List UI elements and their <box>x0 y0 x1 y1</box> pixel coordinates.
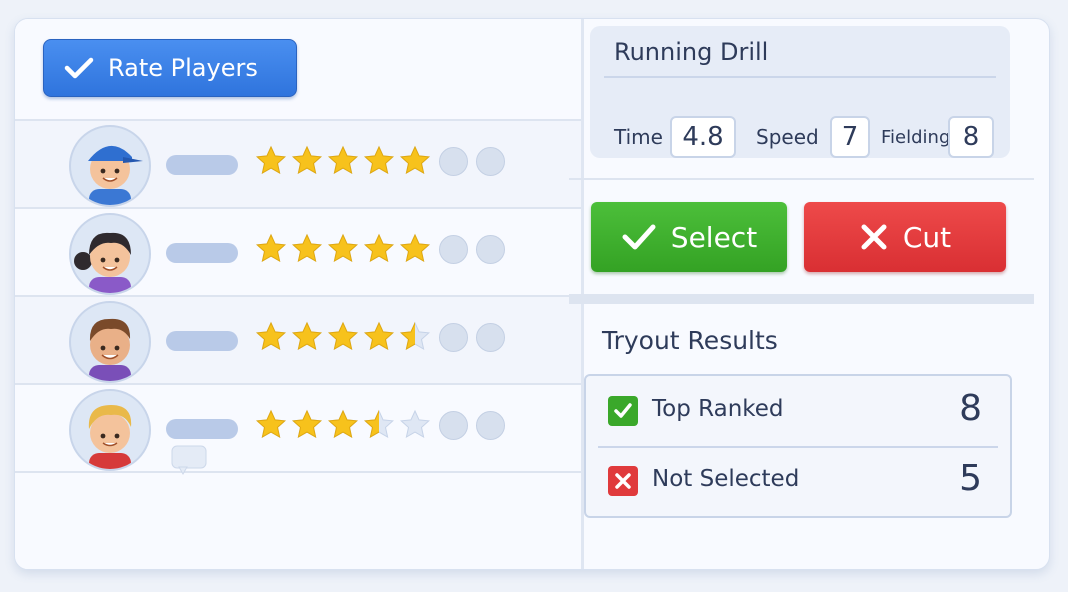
star-rating[interactable] <box>255 321 505 353</box>
star-icon[interactable] <box>255 321 287 353</box>
star-icon[interactable] <box>327 233 359 265</box>
player-row[interactable] <box>15 119 581 207</box>
empty-rating-dot[interactable] <box>476 322 505 352</box>
empty-rating-dot[interactable] <box>439 234 468 264</box>
select-button[interactable]: Select <box>591 202 787 272</box>
speed-label: Speed <box>756 125 819 149</box>
close-icon <box>861 224 887 250</box>
player-row[interactable] <box>15 383 581 473</box>
boy-brown-hair-avatar <box>69 301 151 383</box>
not-selected-count: 5 <box>959 458 982 499</box>
player-list <box>15 119 581 473</box>
top-ranked-row[interactable]: Top Ranked 8 <box>586 376 1010 444</box>
cut-label: Cut <box>902 220 952 254</box>
star-icon[interactable] <box>399 321 431 353</box>
checkmark-icon <box>622 224 656 250</box>
star-icon[interactable] <box>327 321 359 353</box>
time-value-field[interactable]: 4.8 <box>670 116 736 158</box>
player-name-placeholder <box>166 419 238 439</box>
fielding-label: Fielding <box>881 127 951 148</box>
cut-button[interactable]: Cut <box>804 202 1006 272</box>
empty-rating-dot[interactable] <box>439 322 468 352</box>
player-row[interactable] <box>15 295 581 383</box>
drill-title: Running Drill <box>614 38 769 66</box>
player-name-placeholder <box>166 331 238 351</box>
star-icon[interactable] <box>291 145 323 177</box>
top-ranked-count: 8 <box>959 388 982 429</box>
rate-players-label: Rate Players <box>108 54 258 82</box>
section-divider <box>569 178 1034 180</box>
empty-rating-dot[interactable] <box>476 146 505 176</box>
checkmark-icon <box>64 57 94 79</box>
empty-rating-dot[interactable] <box>476 234 505 264</box>
player-row[interactable] <box>15 207 581 295</box>
star-icon[interactable] <box>291 409 323 441</box>
boy-blue-cap-avatar <box>69 125 151 207</box>
empty-rating-dot[interactable] <box>439 146 468 176</box>
drill-divider <box>604 76 996 78</box>
empty-rating-dot[interactable] <box>476 410 505 440</box>
girl-pigtails-avatar <box>69 213 151 295</box>
star-icon[interactable] <box>255 233 287 265</box>
top-ranked-label: Top Ranked <box>652 396 784 422</box>
time-label: Time <box>614 125 663 149</box>
speed-value-field[interactable]: 7 <box>830 116 870 158</box>
player-rating-panel: Rate Players <box>15 19 581 569</box>
fielding-value-field[interactable]: 8 <box>948 116 994 158</box>
star-icon[interactable] <box>327 145 359 177</box>
star-icon[interactable] <box>399 409 431 441</box>
star-icon[interactable] <box>363 233 395 265</box>
x-badge-icon <box>608 466 638 496</box>
star-rating[interactable] <box>255 145 505 177</box>
star-icon[interactable] <box>399 145 431 177</box>
results-title: Tryout Results <box>602 326 778 355</box>
rate-players-button[interactable]: Rate Players <box>43 39 297 97</box>
section-divider <box>569 294 1034 304</box>
star-icon[interactable] <box>363 321 395 353</box>
tryout-results-box: Top Ranked 8 Not Selected 5 <box>584 374 1012 518</box>
star-icon[interactable] <box>363 145 395 177</box>
star-icon[interactable] <box>255 409 287 441</box>
select-label: Select <box>670 220 758 254</box>
empty-rating-dot[interactable] <box>439 410 468 440</box>
star-icon[interactable] <box>399 233 431 265</box>
star-icon[interactable] <box>327 409 359 441</box>
speech-bubble-icon <box>171 445 207 476</box>
player-name-placeholder <box>166 243 238 263</box>
not-selected-row[interactable]: Not Selected 5 <box>586 446 1010 514</box>
running-drill-panel: Running Drill Time 4.8 Speed 7 Fielding … <box>590 26 1010 158</box>
star-icon[interactable] <box>291 233 323 265</box>
star-icon[interactable] <box>363 409 395 441</box>
star-icon[interactable] <box>291 321 323 353</box>
star-rating[interactable] <box>255 233 505 265</box>
not-selected-label: Not Selected <box>652 466 800 492</box>
check-badge-icon <box>608 396 638 426</box>
star-icon[interactable] <box>255 145 287 177</box>
boy-blond-hair-avatar <box>69 389 151 471</box>
star-rating[interactable] <box>255 409 505 441</box>
player-name-placeholder <box>166 155 238 175</box>
